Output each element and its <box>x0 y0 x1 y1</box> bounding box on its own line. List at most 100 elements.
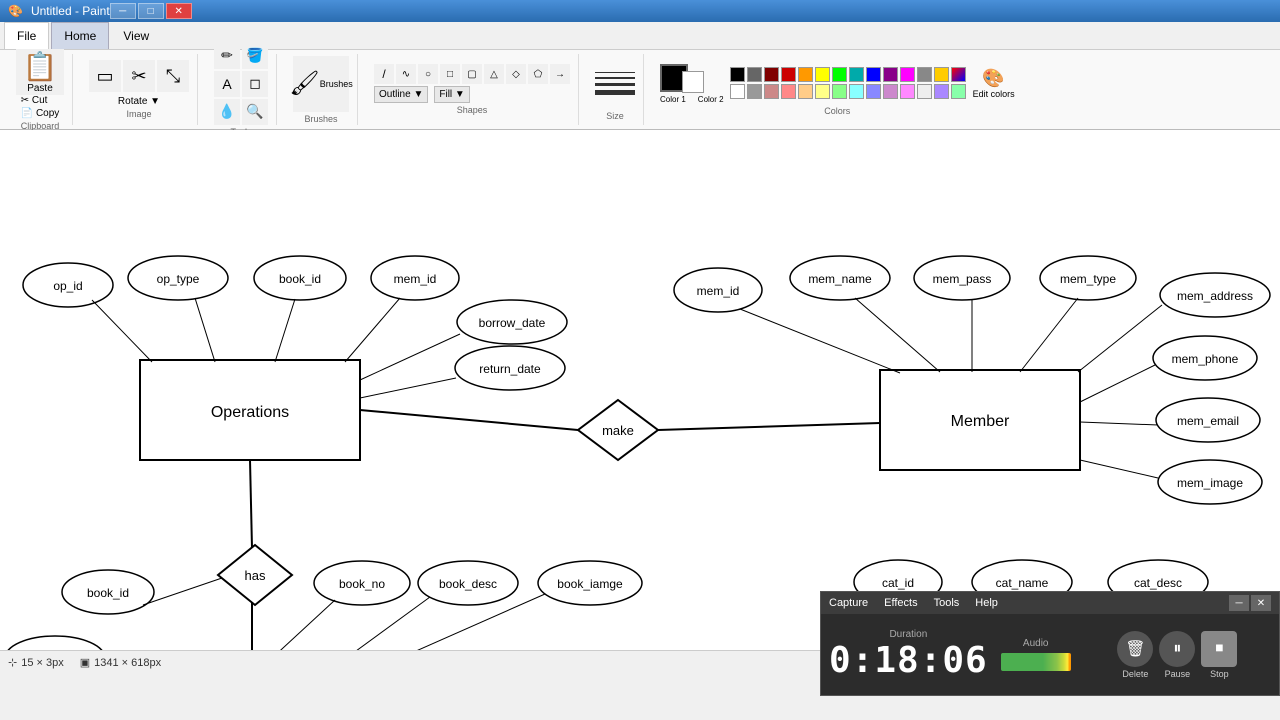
select-button[interactable]: ▭ <box>89 60 121 92</box>
color-purple[interactable] <box>883 67 898 82</box>
minimize-button[interactable]: ─ <box>110 3 136 19</box>
er-diagram: Operations op_id op_type book_id mem_id … <box>0 130 1280 650</box>
color-pink[interactable] <box>900 84 915 99</box>
edit-colors-button[interactable]: 🎨 Edit colors <box>973 68 1015 99</box>
eraser-tool[interactable]: ◻ <box>242 71 268 97</box>
picker-tool[interactable]: 💧 <box>214 99 240 125</box>
canvas-area[interactable]: Operations op_id op_type book_id mem_id … <box>0 130 1280 650</box>
rec-tools[interactable]: Tools <box>934 597 960 609</box>
color-nearwhite[interactable] <box>917 84 932 99</box>
fill-dropdown[interactable]: Fill ▼ <box>434 86 469 103</box>
outline-dropdown[interactable]: Outline ▼ <box>374 86 428 103</box>
svg-text:book_no: book_no <box>339 577 385 591</box>
shape-rect[interactable]: □ <box>440 64 460 84</box>
shape-roundrect[interactable]: ▢ <box>462 64 482 84</box>
delete-icon[interactable]: 🗑 <box>1117 631 1153 667</box>
size-4px[interactable] <box>595 90 635 95</box>
shape-diamond[interactable]: ◇ <box>506 64 526 84</box>
text-tool[interactable]: A <box>214 71 240 97</box>
color-silver[interactable] <box>917 67 932 82</box>
canvas-size-status: ▣ 1341 × 618px <box>80 656 161 669</box>
pause-icon[interactable]: ⏸ <box>1159 631 1195 667</box>
cursor-position: ⊹ 15 × 3px <box>8 656 64 669</box>
color-peach[interactable] <box>798 84 813 99</box>
rec-minimize-button[interactable]: ─ <box>1229 595 1249 611</box>
svg-text:mem_pass: mem_pass <box>933 272 992 286</box>
svg-text:book_id: book_id <box>279 272 321 286</box>
color-periwinkle[interactable] <box>866 84 881 99</box>
shape-arrow[interactable]: → <box>550 64 570 84</box>
svg-text:Member: Member <box>951 413 1010 430</box>
rec-pause-button[interactable]: ⏸ Pause <box>1159 631 1195 679</box>
crop-button[interactable]: ✂ <box>123 60 155 92</box>
cut-button[interactable]: ✂ Cut <box>21 95 60 106</box>
menu-tab-home[interactable]: Home <box>51 22 109 49</box>
color-cyan[interactable] <box>849 84 864 99</box>
menu-tab-view[interactable]: View <box>111 22 161 49</box>
shape-triangle[interactable]: △ <box>484 64 504 84</box>
color2-swatch[interactable] <box>682 71 704 93</box>
magnify-tool[interactable]: 🔍 <box>242 99 268 125</box>
fill-tool[interactable]: 🪣 <box>242 43 268 69</box>
color-blue[interactable] <box>866 67 881 82</box>
rec-effects[interactable]: Effects <box>884 597 917 609</box>
svg-text:cat_desc: cat_desc <box>1134 576 1182 590</box>
color-lavender[interactable] <box>883 84 898 99</box>
color-lightred[interactable] <box>781 84 796 99</box>
image-section: ▭ ✂ ⤡ Rotate ▼ Image <box>81 54 198 125</box>
color-gray[interactable] <box>747 67 762 82</box>
svg-text:borrow_date: borrow_date <box>479 316 546 330</box>
size-2px[interactable] <box>595 77 635 79</box>
svg-text:mem_image: mem_image <box>1177 476 1243 490</box>
color-white[interactable] <box>730 84 745 99</box>
copy-button[interactable]: 📄 Copy <box>21 108 60 119</box>
size-icon: ▣ <box>80 656 90 669</box>
rotate-button[interactable]: Rotate ▼ <box>118 96 160 107</box>
pencil-tool[interactable]: ✏ <box>214 43 240 69</box>
rec-titlebar-controls: ─ ✕ <box>1229 595 1271 611</box>
shape-pentagon[interactable]: ⬠ <box>528 64 548 84</box>
color-gold[interactable] <box>934 67 949 82</box>
rec-help[interactable]: Help <box>975 597 998 609</box>
recording-titlebar: Capture Effects Tools Help ─ ✕ <box>821 592 1279 614</box>
color-lightgray[interactable] <box>747 84 762 99</box>
menu-tab-file[interactable]: File <box>4 22 49 49</box>
svg-text:cat_id: cat_id <box>882 576 914 590</box>
brushes-section: 🖌 Brushes Brushes <box>285 54 358 125</box>
color-orange[interactable] <box>798 67 813 82</box>
window-icon: 🎨 <box>8 4 23 18</box>
recording-overlay: Capture Effects Tools Help ─ ✕ Duration … <box>820 591 1280 696</box>
shape-oval[interactable]: ○ <box>418 64 438 84</box>
brushes-button[interactable]: 🖌 Brushes <box>293 56 349 112</box>
color-darkred[interactable] <box>764 67 779 82</box>
svg-text:mem_phone: mem_phone <box>1172 352 1239 366</box>
maximize-button[interactable]: □ <box>138 3 164 19</box>
color-red[interactable] <box>781 67 796 82</box>
color-black[interactable] <box>730 67 745 82</box>
paste-button[interactable]: 📋 Paste <box>16 49 64 95</box>
svg-text:mem_id: mem_id <box>697 284 740 298</box>
close-button[interactable]: ✕ <box>166 3 192 19</box>
titlebar: 🎨 Untitled - Paint ─ □ ✕ <box>0 0 1280 22</box>
color-yellow[interactable] <box>815 67 830 82</box>
color-violet[interactable] <box>934 84 949 99</box>
color-lightyellow[interactable] <box>815 84 830 99</box>
color-mint[interactable] <box>951 84 966 99</box>
color-teal[interactable] <box>849 67 864 82</box>
color-lightgreen[interactable] <box>832 84 847 99</box>
stop-icon[interactable]: ⏹ <box>1201 631 1237 667</box>
size-3px[interactable] <box>595 83 635 86</box>
size-1px[interactable] <box>595 72 635 73</box>
shape-line[interactable]: / <box>374 64 394 84</box>
rec-close-button[interactable]: ✕ <box>1251 595 1271 611</box>
rec-capture[interactable]: Capture <box>829 597 868 609</box>
shape-curve[interactable]: ∿ <box>396 64 416 84</box>
color-magenta[interactable] <box>900 67 915 82</box>
resize-button[interactable]: ⤡ <box>157 60 189 92</box>
color-lime[interactable] <box>832 67 847 82</box>
color-brown[interactable] <box>764 84 779 99</box>
rec-stop-button[interactable]: ⏹ Stop <box>1201 631 1237 679</box>
rec-delete-button[interactable]: 🗑 Delete <box>1117 631 1153 679</box>
color-gradient[interactable] <box>951 67 966 82</box>
rec-duration-display: Duration 0:18:06 <box>829 620 988 689</box>
